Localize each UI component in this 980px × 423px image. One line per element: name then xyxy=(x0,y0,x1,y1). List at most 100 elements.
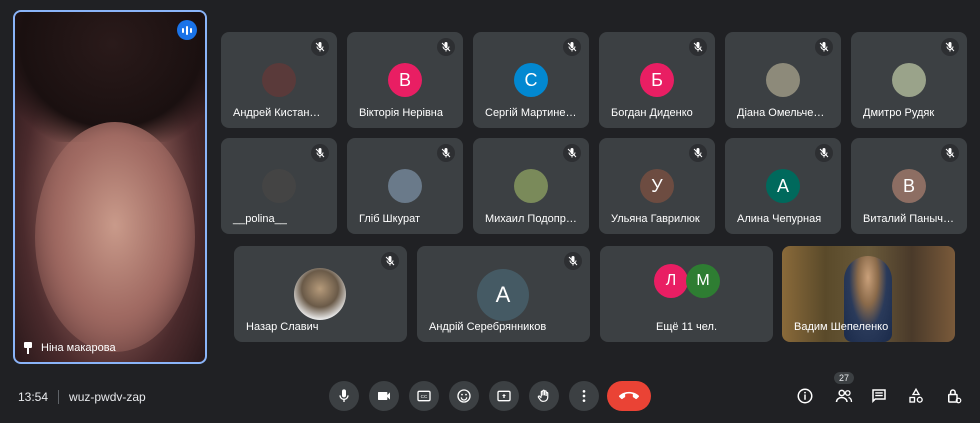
end-call-icon xyxy=(619,391,639,400)
muted-mic-icon xyxy=(563,144,581,162)
pin-icon[interactable] xyxy=(23,342,33,354)
emoji-button[interactable] xyxy=(449,381,479,411)
participant-tile[interactable]: Б Богдан Диденко xyxy=(599,32,715,128)
avatar-letter: У xyxy=(640,169,674,203)
participant-name: Дмитро Рудяк xyxy=(863,107,935,119)
chat-button[interactable] xyxy=(867,384,891,408)
captions-button[interactable]: CC xyxy=(409,381,439,411)
people-button[interactable]: 27 xyxy=(832,372,856,408)
participant-tile[interactable]: В Виталий Паныч… xyxy=(851,138,967,234)
participant-name: Михаил Подопр… xyxy=(485,213,577,225)
participant-tile[interactable]: С Сергій Мартине… xyxy=(473,32,589,128)
meeting-code: wuz-pwdv-zap xyxy=(69,390,146,404)
pinned-speaker-name: Ніна макарова xyxy=(41,342,116,354)
participant-name: Богдан Диденко xyxy=(611,107,693,119)
participant-name: __polina__ xyxy=(233,213,287,225)
bottom-control-bar: 13:54 wuz-pwdv-zap CC 27 xyxy=(0,370,980,423)
avatar-letter: А xyxy=(477,269,529,321)
participant-name: Виталий Паныч… xyxy=(863,213,955,225)
avatar-letter: В xyxy=(388,63,422,97)
participant-tile[interactable]: Діана Омельче… xyxy=(725,32,841,128)
participant-name: Андрей Кистан… xyxy=(233,107,321,119)
host-controls-icon xyxy=(948,389,962,404)
muted-mic-icon xyxy=(941,144,959,162)
muted-mic-icon xyxy=(689,144,707,162)
avatar-photo xyxy=(766,63,800,97)
camera-icon xyxy=(378,392,390,400)
participant-tile[interactable]: Андрей Кистан… xyxy=(221,32,337,128)
participant-name: Вадим Шепеленко xyxy=(794,321,889,333)
muted-mic-icon xyxy=(437,144,455,162)
speaking-indicator-icon xyxy=(177,20,197,40)
participant-name: Ульяна Гаврилюк xyxy=(611,213,700,225)
info-icon xyxy=(797,388,813,404)
host-controls-button[interactable] xyxy=(942,384,966,408)
svg-text:CC: CC xyxy=(421,394,428,399)
present-icon xyxy=(497,390,511,402)
activities-icon xyxy=(909,387,923,403)
participant-tile-nazar[interactable]: Назар Славич xyxy=(234,246,407,342)
participant-tile[interactable]: У Ульяна Гаврилюк xyxy=(599,138,715,234)
participant-name: Вікторія Нерівна xyxy=(359,107,443,119)
muted-mic-icon xyxy=(381,252,399,270)
participant-tile[interactable]: Гліб Шкурат xyxy=(347,138,463,234)
muted-mic-icon xyxy=(815,38,833,56)
participants-count-badge: 27 xyxy=(834,372,855,384)
participant-name: Андрій Серебрянников xyxy=(429,321,547,333)
muted-mic-icon xyxy=(941,38,959,56)
pinned-speaker-tile[interactable]: Ніна макарова xyxy=(13,10,207,364)
participant-tile[interactable]: Михаил Подопр… xyxy=(473,138,589,234)
avatar-photo xyxy=(892,63,926,97)
avatar-letter: С xyxy=(514,63,548,97)
muted-mic-icon xyxy=(689,38,707,56)
raise-hand-icon xyxy=(537,389,549,402)
more-participants-tile[interactable]: Л М Ещё 11 чел. xyxy=(600,246,773,342)
muted-mic-icon xyxy=(437,38,455,56)
present-button[interactable] xyxy=(489,381,519,411)
avatar-photo xyxy=(514,169,548,203)
avatar-letter: Б xyxy=(640,63,674,97)
participant-tile-vadym-video[interactable]: Вадим Шепеленко xyxy=(782,246,955,342)
camera-button[interactable] xyxy=(369,381,399,411)
participant-name: Назар Славич xyxy=(246,321,319,333)
avatar-photo xyxy=(388,169,422,203)
participant-name: Алина Чепурная xyxy=(737,213,822,225)
participant-tile[interactable]: Дмитро Рудяк xyxy=(851,32,967,128)
muted-mic-icon xyxy=(311,38,329,56)
muted-mic-icon xyxy=(815,144,833,162)
muted-mic-icon xyxy=(563,38,581,56)
meeting-details-button[interactable] xyxy=(793,384,817,408)
emoji-icon xyxy=(457,389,471,403)
participant-tile[interactable]: А Алина Чепурная xyxy=(725,138,841,234)
clock-time: 13:54 xyxy=(18,390,49,404)
mic-button[interactable] xyxy=(329,381,359,411)
more-participants-label: Ещё 11 чел. xyxy=(656,321,717,333)
participant-name: Сергій Мартине… xyxy=(485,107,577,119)
participant-name: Діана Омельче… xyxy=(737,107,825,119)
muted-mic-icon xyxy=(564,252,582,270)
participant-tile[interactable]: В Вікторія Нерівна xyxy=(347,32,463,128)
people-icon xyxy=(835,389,853,403)
avatar-photo xyxy=(262,63,296,97)
participant-name: Гліб Шкурат xyxy=(359,213,420,225)
more-options-button[interactable] xyxy=(569,381,599,411)
participant-tile-andrii[interactable]: А Андрій Серебрянников xyxy=(417,246,590,342)
video-feed-face xyxy=(35,122,195,352)
pinned-speaker-label: Ніна макарова xyxy=(23,342,116,354)
mic-icon xyxy=(339,389,349,402)
captions-icon: CC xyxy=(417,390,431,402)
avatar-photo xyxy=(262,169,296,203)
participant-tile[interactable]: __polina__ xyxy=(221,138,337,234)
avatar-letter: М xyxy=(686,264,720,298)
avatar-letter: В xyxy=(892,169,926,203)
divider xyxy=(58,390,60,404)
muted-mic-icon xyxy=(311,144,329,162)
more-icon xyxy=(582,390,586,402)
avatar-photo xyxy=(294,268,346,320)
activities-button[interactable] xyxy=(904,384,928,408)
chat-icon xyxy=(872,389,886,404)
avatar-letter: Л xyxy=(654,264,688,298)
end-call-button[interactable] xyxy=(607,381,651,411)
raise-hand-button[interactable] xyxy=(529,381,559,411)
avatar-letter: А xyxy=(766,169,800,203)
